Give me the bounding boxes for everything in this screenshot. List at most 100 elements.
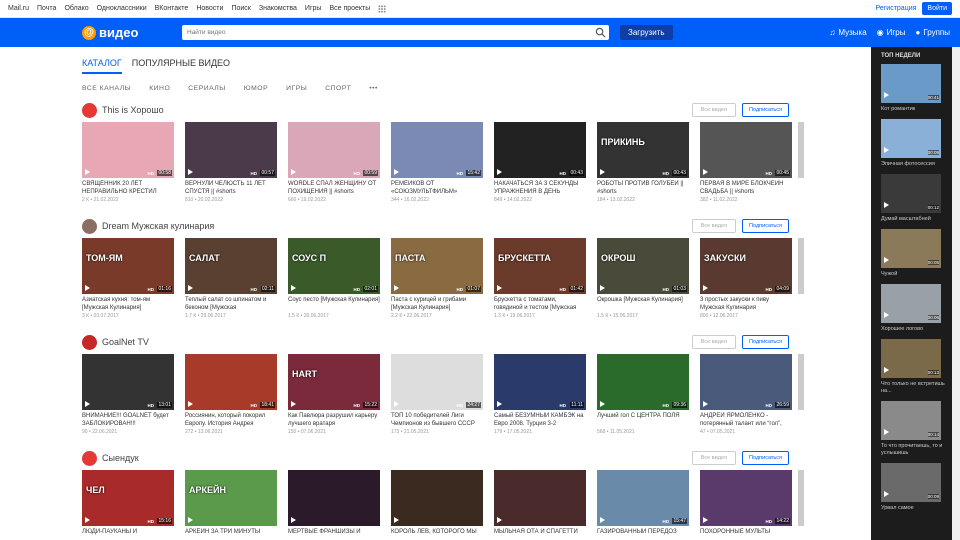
video-card[interactable]: HD 15:47 ГАЗИРОВАННЫЙ ПЕРЕДОЗ <box>597 470 689 540</box>
sidebar-thumbnail[interactable]: 00:05 <box>881 229 941 268</box>
video-title[interactable]: Лучший гол С ЦЕНТРА ПОЛЯ <box>597 412 689 428</box>
video-card[interactable]: МЁРТВЫЕ ФРАНШИЗЫ И <box>288 470 380 540</box>
channel-icon[interactable] <box>82 450 97 466</box>
video-thumbnail[interactable] <box>494 470 586 526</box>
register-link[interactable]: Регистрация <box>875 5 916 12</box>
sidebar-video[interactable]: 00:12 Думай масштабней <box>881 174 950 223</box>
video-title[interactable]: Паста с курицей и грибами [Мужская Кулин… <box>391 296 483 312</box>
tab-popular[interactable]: ПОПУЛЯРНЫЕ ВИДЕО <box>132 58 230 74</box>
video-title[interactable]: СВЯЩЕННИК 20 ЛЕТ НЕПРАВИЛЬНО КРЕСТИЛ <box>82 180 174 196</box>
sidebar-video-title[interactable]: Кот романтик <box>881 106 950 113</box>
video-thumbnail[interactable]: HD 00:57 <box>185 122 277 178</box>
sidebar-video[interactable]: 00:13 Что только не встретишь на... <box>881 339 950 395</box>
subscribe-button[interactable]: Подписаться <box>742 451 789 465</box>
video-card[interactable]: HD 26:59 АНДРЕЙ ЯРМОЛЕНКО - потерянный тал… <box>700 354 792 435</box>
sidebar-video[interactable]: 00:06 Хорошее логово <box>881 284 950 333</box>
video-thumbnail[interactable]: СОУС П HD 02:01 <box>288 238 380 294</box>
video-title[interactable]: Россиянин, который покорил Европу. Истор… <box>185 412 277 428</box>
video-card[interactable]: АРКЕЙН АРКЕЙН ЗА ТРИ МИНУТЫ <box>185 470 277 540</box>
scrollbar[interactable] <box>952 47 960 540</box>
video-card[interactable]: HD 18:41 Россиянин, который покорил Европу… <box>185 354 277 435</box>
sidebar-video[interactable]: 00:14 То что прочитаешь, то и услышишь <box>881 401 950 457</box>
video-card[interactable]: ТОМ-ЯМ HD 01:16 Азиатская кухня: том-ям [Му… <box>82 238 174 319</box>
video-title[interactable]: Окрошка [Мужская Кулинария] <box>597 296 689 312</box>
category-tab[interactable]: СЕРИАЛЫ <box>188 85 226 92</box>
all-videos-button[interactable]: Все видео <box>691 103 737 117</box>
video-card[interactable]: HD 11:11 Самый БЕЗУМНЫЙ КАМБЭК на Евро 200… <box>494 354 586 435</box>
video-title[interactable]: РОБОТЫ ПРОТИВ ГОЛУБЕЙ || #shorts <box>597 180 689 196</box>
video-card[interactable]: ЗАКУСКИ HD 04:09 3 простых закуски к пиву М… <box>700 238 792 319</box>
portal-link[interactable]: Все проекты <box>329 5 370 12</box>
chevron-right-icon[interactable]: › <box>799 144 802 155</box>
video-card[interactable]: HD 00:58 СВЯЩЕННИК 20 ЛЕТ НЕПРАВИЛЬНО КРЕС… <box>82 122 174 203</box>
video-card[interactable]: HD 24:27 ТОП 10 победителей Лиги Чемпионов… <box>391 354 483 435</box>
video-title[interactable]: WORDLE СПАЛ ЖЕНЩИНУ ОТ ПОХИЩЕНИЯ || #sho… <box>288 180 380 196</box>
video-title[interactable]: ВЕРНУЛИ ЧЕЛЮСТЬ 11 ЛЕТ СПУСТЯ || #shorts <box>185 180 277 196</box>
video-title[interactable]: АНДРЕЙ ЯРМОЛЕНКО - потерянный талант или… <box>700 412 792 428</box>
video-card[interactable]: БРУСКЕТТА HD 01:42 Брускетта с томатами, го… <box>494 238 586 319</box>
channel-name[interactable]: This is Хорошо <box>102 105 164 115</box>
all-videos-button[interactable]: Все видео <box>691 219 737 233</box>
sidebar-video-title[interactable]: То что прочитаешь, то и услышишь <box>881 443 950 457</box>
category-tab[interactable]: СПОРТ <box>325 85 351 92</box>
video-title[interactable]: ЛЮДИ-ПАУКАНЫ И <box>82 528 174 540</box>
video-thumbnail[interactable]: HD 00:43 <box>494 122 586 178</box>
video-title[interactable]: 3 простых закуски к пиву Мужская Кулинар… <box>700 296 792 312</box>
sidebar-video[interactable]: 00:05 Чужой <box>881 229 950 278</box>
sidebar-video-title[interactable]: Хорошее логово <box>881 326 950 333</box>
portal-link[interactable]: Почта <box>37 5 56 12</box>
video-card[interactable]: HD 00:57 ВЕРНУЛИ ЧЕЛЮСТЬ 11 ЛЕТ СПУСТЯ || … <box>185 122 277 203</box>
video-title[interactable]: Брускетта с томатами, говядиной и тестом… <box>494 296 586 312</box>
video-title[interactable]: КОРОЛЬ ЛЕВ, КОТОРОГО МЫ <box>391 528 483 540</box>
video-title[interactable]: ПОХОРОННЫЕ МУЛЬТЫ <box>700 528 792 540</box>
video-card[interactable]: ПРИКИНЬ HD 00:43 РОБОТЫ ПРОТИВ ГОЛУБЕЙ || #… <box>597 122 689 203</box>
video-card[interactable]: HD 09:36 Лучший гол С ЦЕНТРА ПОЛЯ 568 • 11.… <box>597 354 689 435</box>
video-card[interactable]: ЧЕЛ HD 15:16 ЛЮДИ-ПАУКАНЫ И <box>82 470 174 540</box>
portal-link[interactable]: Mail.ru <box>8 5 29 12</box>
portal-link[interactable]: Облако <box>64 5 88 12</box>
video-thumbnail[interactable]: HD 09:36 <box>597 354 689 410</box>
video-card[interactable]: МЫЛЬНАЯ ОТА И СПАГЕТТИ <box>494 470 586 540</box>
video-thumbnail[interactable]: HD 15:47 <box>597 470 689 526</box>
sidebar-thumbnail[interactable]: 00:06 <box>881 284 941 323</box>
chevron-right-icon[interactable]: › <box>799 376 802 387</box>
channel-name[interactable]: GoalNet TV <box>102 337 149 347</box>
chevron-right-icon[interactable]: › <box>799 260 802 271</box>
video-title[interactable]: МЁРТВЫЕ ФРАНШИЗЫ И <box>288 528 380 540</box>
video-thumbnail[interactable]: HD 26:59 <box>700 354 792 410</box>
video-card[interactable]: ОКРОШ HD 01:03 Окрошка [Мужская Кулинария] 1… <box>597 238 689 319</box>
search-icon[interactable] <box>595 27 606 38</box>
video-card[interactable]: КОРОЛЬ ЛЕВ, КОТОРОГО МЫ <box>391 470 483 540</box>
sidebar-video-title[interactable]: Что только не встретишь на... <box>881 381 950 395</box>
sidebar-video-title[interactable]: Урвал самое <box>881 505 950 512</box>
search-input[interactable] <box>182 25 609 40</box>
sidebar-video-title[interactable]: Эпичная фотосессия <box>881 161 950 168</box>
video-thumbnail[interactable]: ТОМ-ЯМ HD 01:16 <box>82 238 174 294</box>
video-card[interactable]: ПАСТА HD 01:07 Паста с курицей и грибами [М… <box>391 238 483 319</box>
video-card[interactable]: HD 00:59 WORDLE СПАЛ ЖЕНЩИНУ ОТ ПОХИЩЕНИЯ … <box>288 122 380 203</box>
games-link[interactable]: ◉ Игры <box>877 28 906 37</box>
portal-link[interactable]: Знакомства <box>259 5 297 12</box>
video-title[interactable]: РЕМЕЙКОВ ОТ «СОЮЗМУЛЬТФИЛЬМ» <box>391 180 483 196</box>
video-thumbnail[interactable]: HD 18:41 <box>185 354 277 410</box>
logo[interactable]: @ видео <box>82 25 182 40</box>
category-tab[interactable]: ВСЕ КАНАЛЫ <box>82 85 131 92</box>
video-thumbnail[interactable]: АРКЕЙН <box>185 470 277 526</box>
channel-name[interactable]: Сыендук <box>102 453 139 463</box>
sidebar-video-title[interactable]: Чужой <box>881 271 950 278</box>
video-thumbnail[interactable]: ЗАКУСКИ HD 04:09 <box>700 238 792 294</box>
video-title[interactable]: ТОП 10 победителей Лиги Чемпионов из быв… <box>391 412 483 428</box>
video-thumbnail[interactable]: HD 14:22 <box>700 470 792 526</box>
channel-name[interactable]: Dream Мужская кулинария <box>102 221 214 231</box>
login-button[interactable]: Войти <box>922 2 952 15</box>
chevron-right-icon[interactable]: › <box>799 492 802 503</box>
video-card[interactable]: СОУС П HD 02:01 Соус песто [Мужская Кулинар… <box>288 238 380 319</box>
video-title[interactable]: Азиатская кухня: том-ям [Мужская Кулинар… <box>82 296 174 312</box>
video-card[interactable]: HD 14:22 ПОХОРОННЫЕ МУЛЬТЫ <box>700 470 792 540</box>
category-tab[interactable]: ЮМОР <box>244 85 268 92</box>
grid-icon[interactable] <box>378 4 387 13</box>
video-thumbnail[interactable]: HD 00:59 <box>288 122 380 178</box>
sidebar-video[interactable]: 00:09 Урвал самое <box>881 463 950 512</box>
groups-link[interactable]: ● Группы <box>916 28 951 37</box>
video-card[interactable]: САЛАТ HD 02:11 Теплый салат со шпинатом и б… <box>185 238 277 319</box>
